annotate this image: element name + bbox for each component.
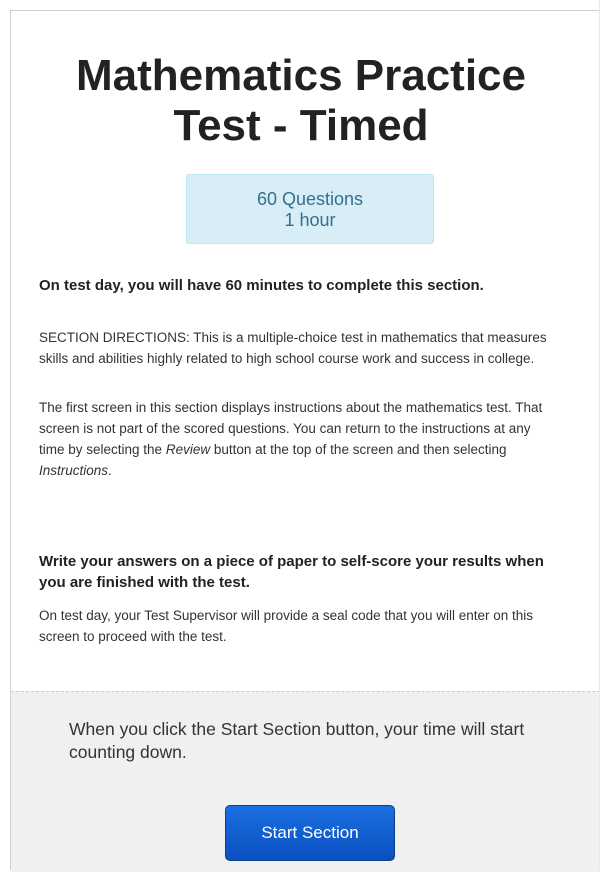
self-score-notice: Write your answers on a piece of paper t… <box>39 553 544 591</box>
test-intro-content: Mathematics Practice Test - Timed 60 Que… <box>11 11 600 478</box>
instructions-text-3: . <box>108 463 112 478</box>
instructions-paragraph: The first screen in this section display… <box>39 397 559 481</box>
instructions-reference: Instructions <box>39 463 109 478</box>
page-title-line-1: Mathematics Practice <box>76 51 526 100</box>
page-title: Mathematics Practice Test - Timed <box>1 51 600 151</box>
review-button-reference: Review <box>165 442 211 457</box>
seal-code-notice: On test day, your Test Supervisor will p… <box>39 608 533 644</box>
page-title-line-2: Test - Timed <box>173 101 429 150</box>
test-duration: 1 hour <box>284 210 336 230</box>
test-day-time-notice: On test day, you will have 60 minutes to… <box>39 277 484 294</box>
instructions-text-2: button at the top of the screen and then… <box>210 442 507 457</box>
test-intro-panel: Mathematics Practice Test - Timed 60 Que… <box>10 10 600 872</box>
timer-start-note: When you click the Start Section button,… <box>69 719 525 762</box>
question-count: 60 Questions <box>256 189 364 209</box>
test-info-box: 60 Questions 1 hour <box>186 174 434 244</box>
start-section-button[interactable]: Start Section <box>225 805 395 861</box>
section-directions: SECTION DIRECTIONS: This is a multiple-c… <box>39 330 547 366</box>
start-section-footer: When you click the Start Section button,… <box>11 691 600 872</box>
